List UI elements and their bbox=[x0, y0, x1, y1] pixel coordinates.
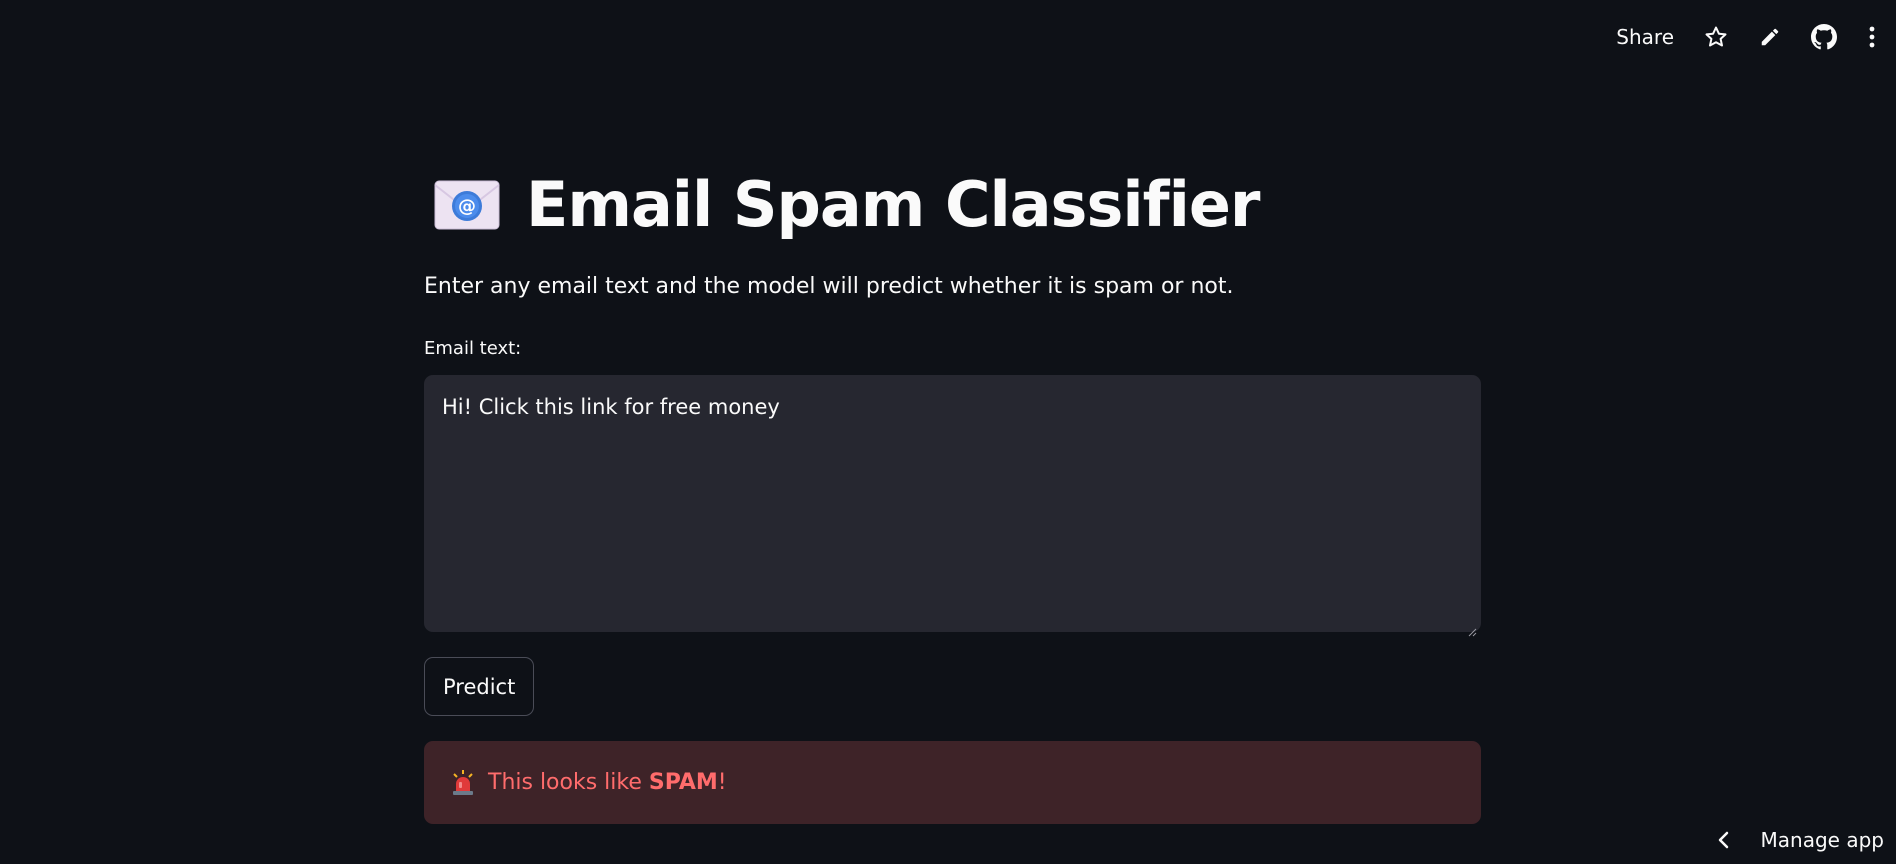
pencil-icon[interactable] bbox=[1754, 18, 1786, 56]
alert-text-suffix: ! bbox=[717, 770, 727, 795]
resize-handle-icon[interactable] bbox=[1467, 618, 1477, 637]
alert-message: This looks like SPAM! bbox=[488, 770, 727, 795]
email-text-value: Hi! Click this link for free money bbox=[442, 395, 780, 419]
spam-alert: This looks like SPAM! bbox=[424, 741, 1481, 824]
top-toolbar: Share bbox=[1616, 18, 1882, 56]
title-row: @ Email Spam Classifier bbox=[434, 168, 1260, 241]
manage-app-label: Manage app bbox=[1760, 828, 1884, 852]
siren-icon bbox=[452, 769, 474, 796]
chevron-left-icon bbox=[1713, 828, 1733, 852]
page-description: Enter any email text and the model will … bbox=[424, 274, 1234, 299]
manage-app-button[interactable]: Manage app bbox=[1713, 828, 1884, 852]
svg-text:@: @ bbox=[458, 196, 476, 217]
star-icon[interactable] bbox=[1700, 18, 1732, 56]
github-icon[interactable] bbox=[1808, 18, 1840, 56]
alert-text-prefix: This looks like bbox=[488, 770, 649, 795]
predict-button[interactable]: Predict bbox=[424, 657, 535, 716]
share-button[interactable]: Share bbox=[1616, 25, 1674, 49]
more-vertical-icon[interactable] bbox=[1862, 18, 1882, 56]
email-field-label: Email text: bbox=[424, 338, 522, 359]
envelope-at-icon: @ bbox=[434, 180, 500, 230]
alert-text-strong: SPAM bbox=[648, 770, 718, 795]
page-title: Email Spam Classifier bbox=[526, 168, 1260, 241]
email-text-area[interactable]: Hi! Click this link for free money bbox=[424, 375, 1481, 637]
